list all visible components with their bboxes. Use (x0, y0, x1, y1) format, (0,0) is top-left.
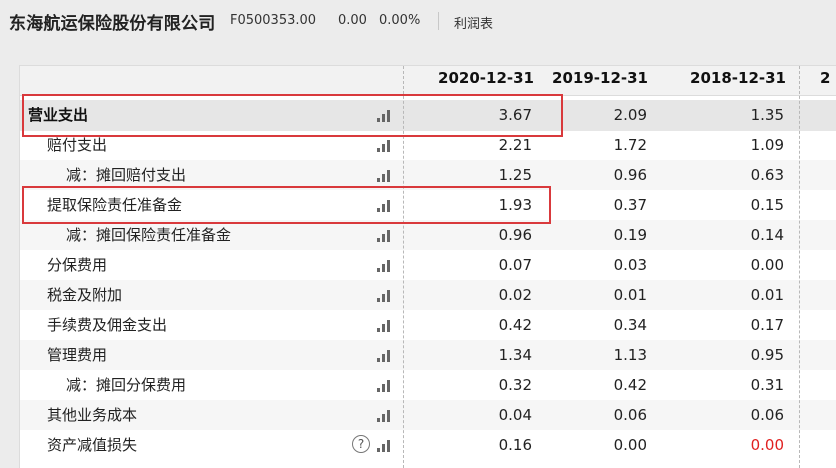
table-row[interactable]: 手续费及佣金支出 0.42 0.34 0.17 (20, 310, 836, 340)
cell-value: 2.21 (498, 136, 532, 154)
cell-value: 0.06 (750, 406, 784, 424)
cell-value: 1.25 (498, 166, 532, 184)
cell-value: 0.04 (498, 406, 532, 424)
cell-value: 0.31 (750, 376, 784, 394)
cell-value: 0.32 (498, 376, 532, 394)
bar-chart-icon[interactable] (377, 290, 393, 302)
cell-value: 0.17 (750, 316, 784, 334)
price-value: 0.00 (338, 13, 367, 28)
cell-value: 0.96 (613, 166, 647, 184)
table-row[interactable]: 管理费用 1.34 1.13 0.95 (20, 340, 836, 370)
cell-value: 0.63 (750, 166, 784, 184)
header-divider (438, 12, 439, 30)
cell-value: 0.00 (613, 436, 647, 454)
cell-value: 0.37 (613, 196, 647, 214)
column-header-next[interactable]: 2 (820, 66, 836, 95)
bar-chart-icon[interactable] (377, 200, 393, 212)
cell-value: 0.01 (613, 286, 647, 304)
table-row[interactable]: 减：摊回赔付支出 1.25 0.96 0.63 (20, 160, 836, 190)
row-label: 减：摊回赔付支出 (66, 166, 187, 184)
row-label: 资产减值损失 (47, 436, 138, 454)
table-row[interactable]: 营业支出 3.67 2.09 1.35 (20, 100, 836, 131)
row-label: 赔付支出 (47, 136, 108, 154)
cell-value: 2.09 (613, 106, 647, 124)
table-header: 2020-12-31 2019-12-31 2018-12-31 2 (20, 66, 836, 96)
bar-chart-icon[interactable] (377, 440, 393, 452)
help-icon[interactable]: ? (352, 435, 370, 453)
bar-chart-icon[interactable] (377, 410, 393, 422)
cell-value: 0.06 (613, 406, 647, 424)
cell-value: 0.07 (498, 256, 532, 274)
table-row[interactable]: 赔付支出 2.21 1.72 1.09 (20, 130, 836, 160)
table-row[interactable]: 减：摊回分保费用 0.32 0.42 0.31 (20, 370, 836, 400)
cell-value: 1.93 (498, 196, 532, 214)
cell-value: 0.96 (498, 226, 532, 244)
cell-value: 0.01 (750, 286, 784, 304)
cell-value: 0.00 (750, 436, 784, 454)
column-header-2019[interactable]: 2019-12-31 (534, 66, 648, 95)
cell-value: 1.34 (498, 346, 532, 364)
row-label: 提取保险责任准备金 (47, 196, 183, 214)
bar-chart-icon[interactable] (377, 320, 393, 332)
column-header-2018[interactable]: 2018-12-31 (648, 66, 786, 95)
cell-value: 0.19 (613, 226, 647, 244)
change-percent: 0.00% (379, 13, 421, 28)
cell-value: 1.09 (750, 136, 784, 154)
cell-value: 0.02 (498, 286, 532, 304)
row-label: 税金及附加 (47, 286, 123, 304)
column-divider (799, 66, 800, 468)
bar-chart-icon[interactable] (377, 170, 393, 182)
table-row[interactable]: 分保费用 0.07 0.03 0.00 (20, 250, 836, 280)
cell-value: 0.15 (750, 196, 784, 214)
cell-value: 0.03 (613, 256, 647, 274)
bar-chart-icon[interactable] (377, 260, 393, 272)
table-row[interactable]: 税金及附加 0.02 0.01 0.01 (20, 280, 836, 310)
financial-table: 2020-12-31 2019-12-31 2018-12-31 2 营业支出 3… (19, 65, 836, 468)
row-label: 减：摊回保险责任准备金 (66, 226, 232, 244)
row-label: 手续费及佣金支出 (47, 316, 168, 334)
cell-value: 1.13 (613, 346, 647, 364)
row-label: 其他业务成本 (47, 406, 138, 424)
row-label: 分保费用 (47, 256, 108, 274)
cell-value: 0.42 (498, 316, 532, 334)
cell-value: 1.72 (613, 136, 647, 154)
row-label: 减：摊回分保费用 (66, 376, 187, 394)
bar-chart-icon[interactable] (377, 140, 393, 152)
cell-value: 0.16 (498, 436, 532, 454)
bar-chart-icon[interactable] (377, 350, 393, 362)
table-row[interactable]: 其他业务成本 0.04 0.06 0.06 (20, 400, 836, 430)
company-name: 东海航运保险股份有限公司 (9, 14, 216, 34)
table-row[interactable]: 提取保险责任准备金 1.93 0.37 0.15 (20, 190, 836, 220)
cell-value: 0.42 (613, 376, 647, 394)
bar-chart-icon[interactable] (377, 230, 393, 242)
cell-value: 0.34 (613, 316, 647, 334)
row-label: 管理费用 (47, 346, 108, 364)
report-type-link[interactable]: 利润表 (454, 13, 493, 32)
stock-code: F0500353.00 (230, 13, 317, 28)
cell-value: 3.67 (498, 106, 532, 124)
cell-value: 0.95 (750, 346, 784, 364)
cell-value: 1.35 (750, 106, 784, 124)
row-label: 营业支出 (28, 106, 89, 124)
column-divider (403, 66, 404, 468)
cell-value: 0.00 (750, 256, 784, 274)
cell-value: 0.14 (750, 226, 784, 244)
bar-chart-icon[interactable] (377, 380, 393, 392)
column-header-2020[interactable]: 2020-12-31 (404, 66, 534, 95)
table-row[interactable]: 减：摊回保险责任准备金 0.96 0.19 0.14 (20, 220, 836, 250)
bar-chart-icon[interactable] (377, 110, 393, 122)
header-bar: 东海航运保险股份有限公司 F0500353.00 0.00 0.00% 利润表 (0, 0, 836, 44)
table-row[interactable]: 资产减值损失? 0.16 0.00 0.00 (20, 430, 836, 460)
